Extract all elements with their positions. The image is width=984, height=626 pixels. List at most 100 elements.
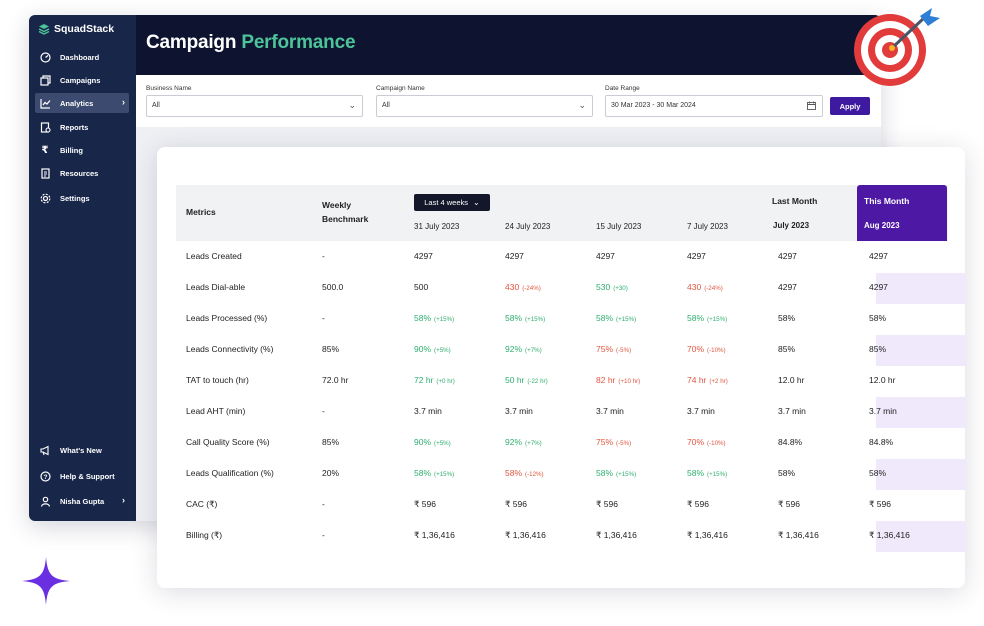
weekly-benchmark-cell: 20%: [322, 468, 340, 478]
week-delta: (+15%): [616, 471, 637, 478]
metric-name: Billing (₹): [186, 530, 223, 540]
weekly-benchmark-cell: -: [322, 406, 325, 416]
chevron-down-icon: ⌄: [348, 100, 356, 110]
title-prefix: Campaign: [146, 32, 237, 53]
week-value: 72 hr: [414, 375, 434, 385]
week-value: 430: [687, 282, 702, 292]
week-value-cell: 72 hr (+0 hr): [414, 375, 455, 385]
sparkle-icon: [22, 557, 70, 605]
week-value-cell: 92% (+7%): [505, 437, 542, 447]
this-month-cell: ₹ 596: [869, 499, 891, 509]
dartboard-target-icon: [854, 8, 940, 86]
week-value-cell: 70% (-10%): [687, 344, 726, 354]
week-value-cell: 50 hr (-22 hr): [505, 375, 548, 385]
week-value: 75%: [596, 344, 614, 354]
sidebar-item-dashboard[interactable]: Dashboard: [35, 47, 129, 67]
week-value-cell: 58% (+15%): [505, 313, 545, 323]
week-delta: (+15%): [434, 316, 455, 323]
week-value: 4297: [414, 251, 433, 261]
week-value-cell: ₹ 596: [414, 499, 436, 510]
this-month-cell: 85%: [869, 344, 887, 354]
week-value: ₹ 1,36,416: [596, 530, 637, 540]
metric-name: Leads Created: [186, 251, 242, 261]
week-value-cell: 4297: [687, 251, 706, 261]
metric-name: CAC (₹): [186, 499, 218, 509]
this-month-cell-highlight: [876, 335, 966, 366]
week-delta: (+10 hr): [618, 378, 641, 385]
weekly-benchmark-cell: -: [322, 313, 325, 323]
week-value: 530: [596, 282, 611, 292]
week-value-cell: 90% (+5%): [414, 437, 451, 447]
this-month-header-highlight: [857, 185, 947, 241]
apply-button[interactable]: Apply: [830, 97, 870, 115]
sidebar-item-campaigns[interactable]: Campaigns: [35, 70, 129, 90]
campaign-name-select[interactable]: All ⌄: [376, 95, 593, 117]
title-highlight: Performance: [241, 32, 356, 53]
period-dropdown[interactable]: Last 4 weeks ⌄: [414, 194, 490, 211]
week-value-cell: 58% (-12%): [505, 468, 544, 478]
week-value-cell: 58% (+15%): [414, 468, 454, 478]
gear-icon: [39, 192, 51, 204]
week-delta: (+15%): [434, 471, 455, 478]
table-row: Leads Connectivity (%) 85% 90% (+5%) 92% (+7%…: [176, 334, 966, 366]
sidebar-item-label: Settings: [60, 193, 90, 203]
table-row: Leads Created - 4297 4297 4297 4297 4297 4297: [176, 241, 948, 272]
this-month-cell: 4297: [869, 251, 888, 261]
sidebar-item-resources[interactable]: Resources: [35, 163, 129, 183]
date-range-value: 30 Mar 2023 - 30 Mar 2024: [611, 102, 696, 109]
table-row: Billing (₹) - ₹ 1,36,416 ₹ 1,36,416 ₹ 1,36,4…: [176, 520, 966, 552]
business-name-select[interactable]: All ⌄: [146, 95, 363, 117]
sidebar-item-reports[interactable]: Reports: [35, 117, 129, 137]
week-value: 50 hr: [505, 375, 525, 385]
week-value-cell: 58% (+15%): [687, 313, 727, 323]
table-row: TAT to touch (hr) 72.0 hr 72 hr (+0 hr) 50 h…: [176, 365, 948, 396]
week-value: 3.7 min: [505, 406, 533, 416]
chevron-right-icon: ›: [122, 495, 125, 505]
calendar-icon: [807, 101, 816, 112]
sidebar-item-label: Billing: [60, 145, 83, 155]
table-row: Leads Dial-able 500.0 500 430 (-24%) 530 (+30)…: [176, 272, 966, 304]
svg-text:?: ?: [43, 474, 47, 481]
week-value-cell: 74 hr (+2 hr): [687, 375, 728, 385]
header-weekly-benchmark-2: Benchmark: [322, 214, 369, 224]
page-title: Campaign Performance: [146, 32, 356, 54]
week-value-cell: 58% (+15%): [596, 313, 636, 323]
week-value: ₹ 1,36,416: [687, 530, 728, 540]
date-range-label: Date Range: [605, 85, 640, 92]
this-month-cell: 4297: [869, 282, 888, 292]
sidebar-item-user-profile[interactable]: Nisha Gupta ›: [35, 491, 129, 511]
sidebar-item-help-support[interactable]: ? Help & Support: [35, 466, 129, 486]
date-range-input[interactable]: 30 Mar 2023 - 30 Mar 2024: [605, 95, 823, 117]
analytics-icon: [39, 97, 51, 109]
sidebar-item-label: Resources: [60, 168, 99, 178]
week-delta: (+2 hr): [709, 378, 728, 385]
week-value-cell: 500: [414, 282, 428, 292]
header-week-1: 31 July 2023: [414, 222, 460, 231]
last-month-cell: 4297: [778, 251, 797, 261]
sidebar-item-label: Reports: [60, 122, 89, 132]
sidebar-item-label: Campaigns: [60, 75, 101, 85]
week-delta: (-24%): [522, 285, 541, 292]
chevron-right-icon: ›: [122, 97, 125, 107]
sidebar-item-whats-new[interactable]: What's New: [35, 440, 129, 460]
sidebar-item-label: Help & Support: [60, 471, 115, 481]
week-delta: (-24%): [704, 285, 723, 292]
week-value: 58%: [687, 313, 705, 323]
weekly-benchmark-cell: 72.0 hr: [322, 375, 349, 385]
header-weekly-benchmark-1: Weekly: [322, 200, 352, 210]
week-delta: (+7%): [525, 440, 542, 447]
week-delta: (-22 hr): [527, 378, 548, 385]
week-value-cell: 430 (-24%): [505, 282, 541, 292]
sidebar-item-settings[interactable]: Settings: [35, 188, 129, 208]
week-value: ₹ 596: [505, 499, 527, 509]
sidebar-item-analytics[interactable]: Analytics ›: [35, 93, 129, 113]
week-delta: (-10%): [707, 347, 726, 354]
sidebar-item-label: Dashboard: [60, 52, 100, 62]
sidebar-item-billing[interactable]: ₹ Billing: [35, 140, 129, 160]
table-header: [176, 185, 948, 241]
header-week-4: 7 July 2023: [687, 222, 728, 231]
this-month-cell: 84.8%: [869, 437, 894, 447]
reports-icon: [39, 121, 51, 133]
brand-logo[interactable]: SquadStack: [38, 23, 114, 35]
page-header: Campaign Performance: [136, 15, 881, 75]
